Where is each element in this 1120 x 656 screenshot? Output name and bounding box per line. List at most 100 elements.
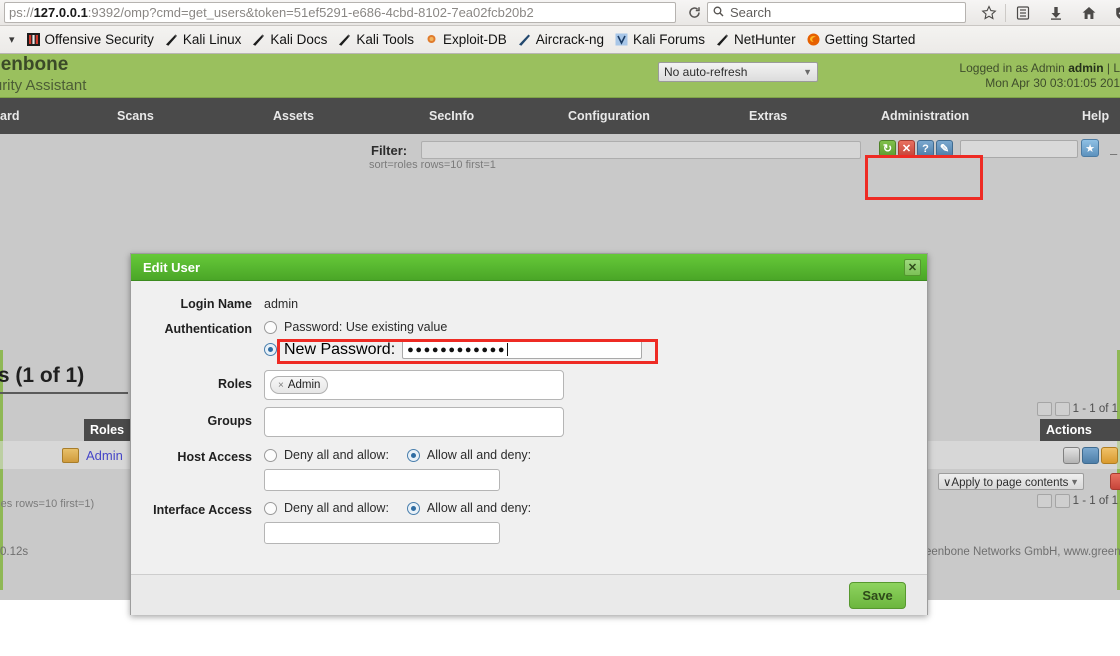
close-icon[interactable]: ✕ — [904, 258, 921, 276]
pagination-bottom: 1 - 1 of 1 — [1036, 494, 1118, 508]
role-chip-label: Admin — [287, 379, 321, 391]
radio-button[interactable] — [264, 501, 277, 515]
reset-filter-icon[interactable]: ✕ — [898, 140, 915, 157]
roles-label: Roles — [217, 377, 252, 391]
filter-label: Filter: — [371, 143, 408, 158]
close-icon[interactable]: × — [278, 380, 284, 391]
radio-button[interactable] — [406, 501, 420, 515]
role-link-admin[interactable]: Admin — [86, 448, 123, 463]
aircrack-icon — [517, 32, 532, 47]
reload-icon[interactable] — [688, 2, 701, 23]
gsa-logo: Greenbone Security Assistant — [0, 55, 86, 95]
role-chip-admin[interactable]: × Admin — [270, 376, 329, 394]
filter-bar: Filter: sort=roles rows=10 first=1 ↻ ✕ ?… — [0, 134, 1120, 174]
login-date: Mon Apr 30 03:01:05 201 — [985, 76, 1120, 90]
save-button[interactable]: Save — [849, 581, 906, 609]
host-access-input[interactable] — [264, 469, 500, 491]
radio-use-existing-password[interactable]: Password: Use existing value — [264, 320, 642, 334]
logged-in-text: Logged in as Admin — [959, 61, 1065, 75]
bookmark-getting-started[interactable]: Getting Started — [801, 32, 921, 47]
firefox-icon — [806, 32, 821, 47]
edit-filter-icon[interactable]: ✎ — [936, 140, 953, 157]
radio-button[interactable] — [264, 343, 277, 356]
bookmark-star-icon[interactable] — [972, 1, 1005, 25]
auto-refresh-select[interactable]: No auto-refresh ▼ — [658, 62, 818, 82]
iface-deny-label: Deny all and allow: — [284, 501, 389, 515]
filter-name-input[interactable] — [960, 140, 1078, 158]
bookmark-exploit-db[interactable]: Exploit-DB — [419, 32, 512, 47]
search-input[interactable]: Search — [707, 2, 966, 23]
gsa-logo-sub: Security Assistant — [0, 77, 87, 94]
nav-extras[interactable]: Extras — [749, 98, 787, 134]
home-icon[interactable] — [1072, 1, 1105, 25]
bookmark-offensive-security[interactable]: Offensive Security — [21, 32, 159, 47]
move-to-trash-icon[interactable] — [1063, 447, 1080, 464]
nav-help[interactable]: Help — [1082, 98, 1109, 134]
help-filter-icon[interactable]: ? — [917, 140, 934, 157]
clone-icon[interactable] — [1101, 447, 1118, 464]
bookmark-nethunter[interactable]: NetHunter — [710, 32, 801, 47]
gsa-header: Greenbone Security Assistant No auto-ref… — [0, 54, 1120, 98]
column-header-actions: Actions — [1040, 419, 1120, 441]
interface-access-input[interactable] — [264, 522, 500, 544]
radio-new-password-row[interactable]: New Password: ●●●●●●●●●●●● — [264, 340, 643, 359]
nav-configuration[interactable]: Configuration — [568, 98, 650, 134]
refresh-filter-icon[interactable]: ↻ — [879, 140, 896, 157]
host-allow-label: Allow all and deny: — [426, 448, 532, 462]
logout-link[interactable]: | L — [1107, 61, 1120, 75]
bookmark-kali-tools[interactable]: Kali Tools — [332, 32, 419, 47]
field-groups: Groups — [131, 407, 927, 437]
table-filter-summary: =roles rows=10 first=1) — [0, 498, 95, 510]
page-title: ers (1 of 1) — [0, 364, 85, 387]
nav-secinfo[interactable]: SecInfo — [429, 98, 474, 134]
edit-user-icon[interactable] — [1082, 447, 1099, 464]
bookmark-aircrack-ng[interactable]: Aircrack-ng — [512, 32, 609, 47]
bookmark-kali-forums[interactable]: Kali Forums — [609, 32, 710, 47]
edit-user-dialog: Edit User ✕ Login Name admin Authenticat… — [130, 253, 928, 615]
host-access-radio-group: Deny all and allow: Allow all and deny: — [264, 448, 531, 462]
chevron-down-icon[interactable]: ▾ — [3, 33, 21, 46]
kali-dragon-icon — [337, 32, 352, 47]
nav-administration[interactable]: Administration — [881, 98, 969, 134]
star-icon[interactable]: ★ — [1081, 139, 1099, 157]
bookmark-kali-docs[interactable]: Kali Docs — [246, 32, 332, 47]
logged-in-username[interactable]: admin — [1068, 61, 1103, 75]
host-deny-label: Deny all and allow: — [284, 448, 389, 462]
filter-summary: sort=roles rows=10 first=1 — [369, 159, 496, 171]
radio-button[interactable] — [264, 320, 277, 334]
pagination-top-label: 1 - 1 of 1 — [1072, 403, 1118, 415]
downloads-icon[interactable] — [1039, 1, 1072, 25]
bookmark-kali-linux[interactable]: Kali Linux — [159, 32, 247, 47]
first-page-button[interactable] — [1036, 402, 1052, 416]
radio-button[interactable] — [406, 448, 420, 462]
delete-selection-icon[interactable] — [1110, 473, 1120, 490]
title-divider — [0, 392, 128, 394]
roles-input[interactable]: × Admin — [264, 370, 564, 400]
bookmark-label: Getting Started — [824, 32, 916, 47]
kali-dragon-icon — [715, 32, 730, 47]
first-page-button[interactable] — [1036, 494, 1052, 508]
nav-scans[interactable]: Scans — [117, 98, 154, 134]
auto-refresh-value: No auto-refresh — [664, 65, 748, 79]
radio-button[interactable] — [264, 448, 277, 462]
bookmark-label: Exploit-DB — [442, 32, 507, 47]
bookmarks-bar: ▾ Offensive Security Kali Linux Kali Doc… — [0, 26, 1120, 54]
nav-assets[interactable]: Assets — [273, 98, 314, 134]
field-interface-access: Interface Access Deny all and allow: All… — [131, 501, 927, 544]
pagination-top: 1 - 1 of 1 — [1036, 402, 1118, 416]
shield-icon[interactable] — [1105, 1, 1120, 25]
field-roles: Roles × Admin — [131, 370, 927, 400]
pagination-bottom-label: 1 - 1 of 1 — [1072, 495, 1118, 507]
address-bar[interactable]: ps://127.0.0.1:9392/omp?cmd=get_users&to… — [4, 2, 676, 23]
apply-to-page-contents-dropdown[interactable]: ∨Apply to page contents ▼ — [938, 473, 1084, 490]
groups-input[interactable] — [264, 407, 564, 437]
library-icon[interactable] — [1006, 1, 1039, 25]
new-password-input[interactable]: ●●●●●●●●●●●● — [402, 340, 643, 359]
nav-dashboard[interactable]: ard — [0, 98, 19, 134]
prev-page-button[interactable] — [1054, 402, 1070, 416]
new-password-value: ●●●●●●●●●●●● — [407, 343, 507, 356]
interface-access-label: Interface Access — [153, 503, 252, 517]
prev-page-button[interactable] — [1054, 494, 1070, 508]
filter-input[interactable] — [421, 141, 861, 159]
filter-dash: – — [1110, 146, 1118, 161]
